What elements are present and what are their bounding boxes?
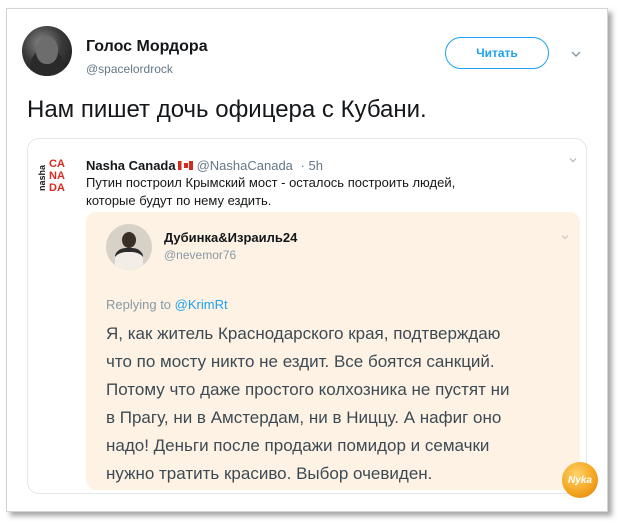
canada-flag-icon — [177, 161, 193, 170]
inner-text-line: Потому что даже простого колхозника не п… — [106, 380, 510, 399]
inner-text-line: Я, как житель Краснодарского края, подтв… — [106, 324, 501, 343]
inner-text-line: надо! Деньги после продажи помидор и сем… — [106, 436, 490, 455]
tweet-text: Нам пишет дочь офицера с Кубани. — [27, 96, 427, 123]
quoted-text-line: Путин построил Крымский мост - осталось … — [86, 175, 456, 190]
svg-text:CA: CA — [49, 158, 65, 170]
replying-to: Replying to @KrimRt — [106, 297, 228, 312]
inner-tweet-body: Я, как житель Краснодарского края, подтв… — [106, 320, 576, 488]
author-avatar[interactable] — [22, 26, 72, 76]
chevron-down-icon[interactable] — [560, 232, 570, 242]
author-handle[interactable]: @spacelordrock — [86, 62, 173, 76]
nyka-watermark-logo: Nyka — [562, 462, 598, 498]
follow-button[interactable]: Читать — [445, 37, 549, 69]
inner-author-avatar[interactable] — [106, 224, 152, 270]
quoted-text-line: которые будут по нему ездить. — [86, 193, 272, 208]
replying-to-link[interactable]: @KrimRt — [175, 297, 228, 312]
svg-text:NA: NA — [49, 170, 65, 182]
inner-author-name[interactable]: Дубинка&Израиль24 — [164, 230, 297, 245]
chevron-down-icon[interactable] — [568, 155, 578, 165]
inner-text-line: что по мосту никто не ездит. Все боятся … — [106, 352, 495, 371]
quoted-author-name[interactable]: Nasha Canada — [86, 158, 176, 173]
inner-text-line: нужно тратить красиво. Выбор очевиден. — [106, 464, 433, 483]
inner-author-handle[interactable]: @nevemor76 — [164, 248, 236, 262]
svg-text:nasha: nasha — [38, 164, 47, 191]
quoted-header: Nasha Canada @NashaCanada · 5h — [86, 158, 323, 173]
replying-prefix: Replying to — [106, 297, 172, 312]
inner-text-line: в Прагу, ни в Амстердам, ни в Ниццу. А н… — [106, 408, 502, 427]
quoted-author-handle[interactable]: @NashaCanada — [197, 158, 293, 173]
chevron-down-icon[interactable] — [569, 47, 583, 61]
author-name[interactable]: Голос Мордора — [86, 38, 208, 56]
svg-text:DA: DA — [49, 182, 65, 193]
nasha-canada-logo: nasha CA NA DA — [38, 158, 65, 193]
quoted-time: · 5h — [300, 158, 323, 173]
